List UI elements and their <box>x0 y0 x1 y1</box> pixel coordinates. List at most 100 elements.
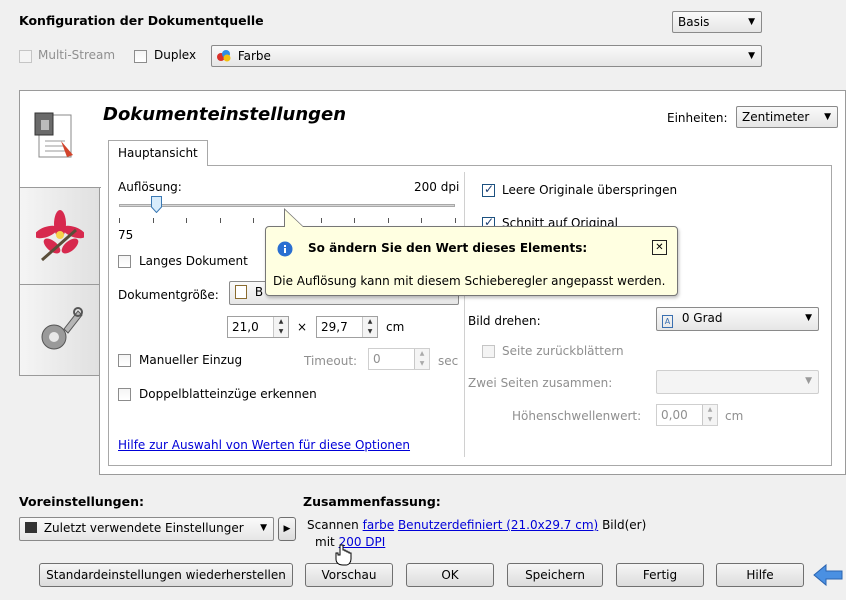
ok-button[interactable]: OK <box>406 563 494 587</box>
hand-cursor-icon <box>334 544 354 569</box>
chevron-down-icon: ▼ <box>805 376 812 386</box>
flower-image-icon <box>34 210 86 265</box>
tooltip-close-icon[interactable]: ✕ <box>652 240 667 255</box>
presets-select[interactable]: Zuletzt verwendete Einstellunger ▼ <box>19 517 274 541</box>
resolution-value: 200 dpi <box>414 180 460 194</box>
tab-document-settings[interactable] <box>19 90 101 188</box>
resolution-label: Auflösung: <box>118 180 182 194</box>
duplex-checkbox[interactable] <box>134 50 147 63</box>
chevron-down-icon: ▼ <box>748 51 755 61</box>
document-size-label: Dokumentgröße: <box>118 288 219 302</box>
info-icon <box>277 241 293 260</box>
document-settings-icon <box>33 111 79 164</box>
slider-tick <box>320 218 322 223</box>
spinner-arrows-icon[interactable]: ▲ ▼ <box>702 405 717 425</box>
slider-tick <box>219 218 221 223</box>
height-value: 29,7 <box>321 320 348 334</box>
manual-feed-checkbox[interactable] <box>118 354 131 367</box>
timeout-spinner[interactable]: 0 ▲ ▼ <box>368 348 430 370</box>
page-icon <box>235 285 247 299</box>
help-button[interactable]: Hilfe <box>716 563 804 587</box>
double-feed-checkbox[interactable] <box>118 388 131 401</box>
tooltip-body: Die Auflösung kann mit diesem Schiebereg… <box>273 274 666 288</box>
long-document-checkbox[interactable] <box>118 255 131 268</box>
summary-size-link[interactable]: Benutzerdefiniert (21.0x29.7 cm) <box>398 518 598 532</box>
tooltip-pointer-fill <box>285 210 303 227</box>
manual-feed-label: Manueller Einzug <box>139 353 243 367</box>
rotate-page-icon: A <box>662 315 673 328</box>
help-options-link[interactable]: Hilfe zur Auswahl von Werten für diese O… <box>118 438 410 452</box>
document-size-value: B <box>254 285 264 299</box>
presets-value: Zuletzt verwendete Einstellunger <box>43 521 244 535</box>
merge-select[interactable]: ▼ <box>656 370 819 394</box>
resolution-slider-thumb[interactable] <box>150 196 162 214</box>
chevron-down-icon: ▼ <box>748 17 755 27</box>
units-label: Einheiten: <box>667 111 728 125</box>
tab-main-view-label: Hauptansicht <box>118 146 198 160</box>
chevron-down-icon: ▼ <box>260 523 267 533</box>
summary-label: Zusammenfassung: <box>303 494 441 509</box>
skip-blank-label: Leere Originale überspringen <box>502 183 678 197</box>
done-button[interactable]: Fertig <box>616 563 704 587</box>
merge-label: Zwei Seiten zusammen: <box>468 376 613 390</box>
width-value: 21,0 <box>232 320 259 334</box>
wrench-gear-icon <box>36 303 84 358</box>
slider-tick <box>186 218 188 223</box>
units-select-value: Zentimeter <box>742 110 810 124</box>
slider-tick <box>421 218 423 223</box>
rotate-label: Bild drehen: <box>468 314 541 328</box>
slider-tick <box>387 218 389 223</box>
mode-select-value: Basis <box>678 15 710 29</box>
summary-suffix: Bild(er) <box>602 518 647 532</box>
slider-tick <box>354 218 356 223</box>
flip-page-label: Seite zurückblättern <box>502 344 624 358</box>
rotate-select[interactable]: A 0 Grad ▼ <box>656 307 819 331</box>
color-select[interactable]: Farbe ▼ <box>211 45 762 67</box>
multistream-label: Multi-Stream <box>38 48 116 62</box>
summary-with: mit <box>315 535 335 549</box>
double-feed-label: Doppelblatteinzüge erkennen <box>139 387 317 401</box>
tooltip-balloon: So ändern Sie den Wert dieses Elements: … <box>265 226 678 296</box>
save-button[interactable]: Speichern <box>507 563 603 587</box>
back-arrow-icon[interactable] <box>812 562 844 591</box>
tab-image-settings[interactable] <box>19 187 101 285</box>
rotate-value: 0 Grad <box>681 311 723 325</box>
height-spinner[interactable]: 29,7 ▲ ▼ <box>316 316 378 338</box>
triangle-right-icon: ▶ <box>283 524 291 534</box>
tooltip-title: So ändern Sie den Wert dieses Elements: <box>308 241 588 255</box>
tab-device-settings[interactable] <box>19 284 101 376</box>
threshold-value: 0,00 <box>661 408 688 422</box>
size-unit: cm <box>386 320 405 334</box>
spinner-arrows-icon[interactable]: ▲ ▼ <box>362 317 377 337</box>
summary-line-1: Scannen farbe Benutzerdefiniert (21.0x29… <box>307 518 646 532</box>
timeout-label: Timeout: <box>304 354 358 368</box>
summary-color-link[interactable]: farbe <box>363 518 395 532</box>
mode-select[interactable]: Basis ▼ <box>672 11 762 33</box>
color-select-value: Farbe <box>237 49 271 63</box>
spinner-arrows-icon[interactable]: ▲ ▼ <box>273 317 288 337</box>
chevron-down-icon: ▼ <box>805 313 812 323</box>
spinner-arrows-icon[interactable]: ▲ ▼ <box>414 349 429 369</box>
threshold-spinner[interactable]: 0,00 ▲ ▼ <box>656 404 718 426</box>
presets-label: Voreinstellungen: <box>19 494 144 509</box>
preset-icon <box>25 522 37 533</box>
column-divider <box>464 172 465 457</box>
units-select[interactable]: Zentimeter ▼ <box>736 106 838 128</box>
slider-tick <box>253 218 255 223</box>
window-title: Konfiguration der Dokumentquelle <box>19 13 264 28</box>
preset-menu-button[interactable]: ▶ <box>278 517 296 541</box>
panel-title: Dokumenteinstellungen <box>103 104 347 125</box>
skip-blank-checkbox[interactable] <box>482 182 495 197</box>
slider-tick <box>152 218 154 223</box>
restore-defaults-button[interactable]: Standardeinstellungen wiederherstellen <box>39 563 293 587</box>
tab-main-view[interactable]: Hauptansicht <box>108 140 208 166</box>
slider-tick <box>119 218 120 223</box>
width-spinner[interactable]: 21,0 ▲ ▼ <box>227 316 289 338</box>
resolution-slider[interactable] <box>119 204 455 207</box>
timeout-value: 0 <box>373 352 381 366</box>
multistream-checkbox[interactable] <box>19 50 32 63</box>
flip-page-checkbox[interactable] <box>482 345 495 358</box>
threshold-unit: cm <box>725 409 744 423</box>
summary-prefix: Scannen <box>307 518 359 532</box>
threshold-label: Höhenschwellenwert: <box>512 409 642 423</box>
